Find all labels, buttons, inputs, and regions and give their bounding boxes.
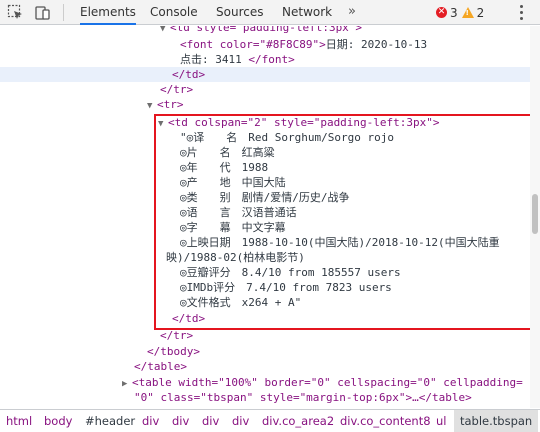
breadcrumb-item[interactable]: body [44, 410, 72, 432]
dom-node-table-cont[interactable]: "0" class="tbspan" style="margin-top:6px… [134, 390, 472, 405]
breadcrumb-item[interactable]: div.co_area2 [262, 410, 334, 432]
collapse-arrow-icon[interactable]: ▼ [160, 26, 170, 37]
dom-node-td-close[interactable]: </td> [172, 67, 205, 82]
dom-node-font[interactable]: <font color="#8F8C89">日期: 2020-10-13 [180, 37, 427, 52]
dom-node-table[interactable]: ▶ <table width="100%" border="0" cellspac… [122, 375, 523, 390]
highlight-box [154, 114, 530, 330]
breadcrumb-item-selected[interactable]: table.tbspan [454, 410, 539, 432]
vertical-scrollbar[interactable] [530, 26, 540, 408]
breadcrumb-item[interactable]: html [6, 410, 32, 432]
breadcrumb-item[interactable]: div [232, 410, 249, 432]
warning-count: 2 [476, 5, 485, 20]
dom-node-tr-close[interactable]: </tr> [160, 328, 193, 343]
more-options-icon[interactable] [520, 5, 524, 20]
dom-node-table-close[interactable]: </table> [134, 359, 187, 374]
dom-node-td[interactable]: ▼ <td style="padding-left:3px"> [160, 26, 362, 35]
tab-network[interactable]: Network [282, 0, 332, 25]
inspect-element-icon[interactable] [7, 4, 24, 21]
error-icon: ✕ [436, 7, 447, 18]
collapse-arrow-icon[interactable]: ▼ [147, 99, 157, 114]
tab-sources[interactable]: Sources [216, 0, 263, 25]
devtools-toolbar: Elements Console Sources Network » ✕ 3 !… [0, 0, 540, 25]
device-toolbar-icon[interactable] [34, 4, 51, 21]
dom-node-tr-close[interactable]: </tr> [160, 82, 193, 97]
breadcrumb: html body #header div div div div div.co… [0, 409, 540, 432]
expand-arrow-icon[interactable]: ▶ [122, 377, 132, 392]
dom-text-node[interactable]: 点击: 3411 </font> [180, 52, 295, 67]
dom-node-tbody-close[interactable]: </tbody> [147, 344, 200, 359]
breadcrumb-item[interactable]: div [202, 410, 219, 432]
tab-elements[interactable]: Elements [80, 0, 136, 25]
dom-tree[interactable]: ▼ <td style="padding-left:3px"> <font col… [0, 26, 530, 408]
tab-console[interactable]: Console [150, 0, 198, 25]
dom-node-tr[interactable]: ▼ <tr> [147, 97, 184, 112]
issues-counter[interactable]: ✕ 3 ! 2 [436, 5, 488, 20]
error-count: 3 [450, 5, 458, 20]
selected-line-highlight [0, 67, 530, 82]
scrollbar-thumb[interactable] [532, 194, 538, 234]
breadcrumb-item[interactable]: #header [85, 410, 135, 432]
breadcrumb-item[interactable]: div.co_content8 [340, 410, 431, 432]
toolbar-separator [63, 4, 64, 21]
warning-icon: ! [461, 7, 474, 18]
breadcrumb-item[interactable]: div [142, 410, 159, 432]
breadcrumb-item[interactable]: ul [436, 410, 446, 432]
more-tabs-button[interactable]: » [348, 0, 356, 25]
breadcrumb-item[interactable]: div [172, 410, 189, 432]
